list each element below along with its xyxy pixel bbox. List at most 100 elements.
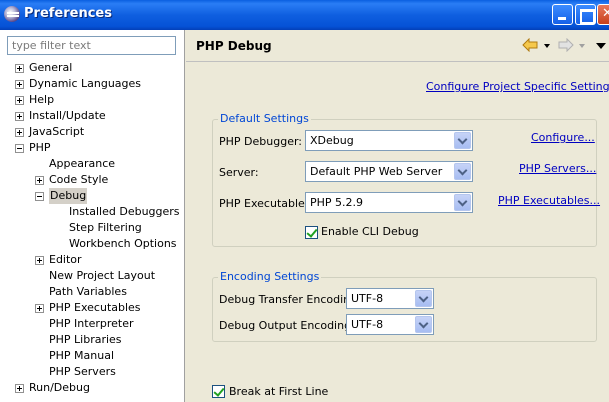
expand-plus-icon[interactable] [15, 112, 24, 121]
debug-output-encoding-select[interactable]: UTF-8 [346, 314, 434, 335]
tree-item-code-style[interactable]: Code Style [0, 172, 184, 188]
tree-item-path-variables[interactable]: Path Variables [0, 284, 184, 300]
server-select[interactable]: Default PHP Web Server [305, 161, 473, 182]
tree-item-installed-debuggers[interactable]: Installed Debuggers [0, 204, 184, 220]
tree-item-label: PHP Interpreter [49, 317, 134, 330]
tree-item-label: General [29, 61, 73, 74]
page-header: PHP Debug [186, 30, 609, 62]
php-debugger-label: PHP Debugger: [219, 135, 302, 148]
php-executables-link[interactable]: PHP Executables... [498, 194, 600, 207]
debug-output-encoding-value: UTF-8 [351, 318, 384, 331]
back-history-chevron-down-icon[interactable] [544, 44, 550, 48]
server-label: Server: [219, 166, 259, 179]
tree-item-label: PHP Executables [49, 301, 141, 314]
tree-item-label: PHP Libraries [49, 333, 122, 346]
tree-item-debug[interactable]: Debug [0, 188, 184, 204]
break-at-first-line-checkbox[interactable] [212, 385, 225, 398]
tree-item-php-libraries[interactable]: PHP Libraries [0, 332, 184, 348]
tree-item-general[interactable]: General [0, 60, 184, 76]
tree-item-label: PHP [29, 141, 51, 154]
collapse-minus-icon[interactable] [15, 144, 24, 153]
collapse-minus-icon[interactable] [35, 192, 44, 201]
tree-item-label: Appearance [49, 157, 116, 170]
close-icon[interactable] [597, 4, 609, 25]
eclipse-app-icon [4, 6, 20, 22]
view-menu-icon[interactable] [596, 43, 606, 49]
tree-item-run-debug[interactable]: Run/Debug [0, 380, 184, 396]
configure-debugger-link[interactable]: Configure... [531, 131, 595, 144]
tree-item-label: Debug [49, 188, 88, 204]
back-arrow-icon[interactable] [522, 38, 538, 52]
debug-output-encoding-label: Debug Output Encoding [219, 319, 352, 332]
tree-item-editor[interactable]: Editor [0, 252, 184, 268]
page-title: PHP Debug [196, 39, 272, 53]
tree-item-dynamic-languages[interactable]: Dynamic Languages [0, 76, 184, 92]
tree-item-label: Workbench Options [69, 237, 177, 250]
tree-item-label: New Project Layout [49, 269, 156, 282]
tree-item-php[interactable]: PHP [0, 140, 184, 156]
tree-item-new-project-layout[interactable]: New Project Layout [0, 268, 184, 284]
debug-transfer-encoding-value: UTF-8 [351, 292, 384, 305]
filter-input[interactable] [7, 36, 176, 55]
chevron-down-icon[interactable] [454, 194, 471, 211]
php-debugger-value: XDebug [310, 134, 354, 147]
tree-item-appearance[interactable]: Appearance [0, 156, 184, 172]
tree-item-php-interpreter[interactable]: PHP Interpreter [0, 316, 184, 332]
enable-cli-debug-label: Enable CLI Debug [321, 225, 419, 238]
tree-item-label: Step Filtering [69, 221, 142, 234]
expand-plus-icon[interactable] [35, 256, 44, 265]
tree-item-php-executables[interactable]: PHP Executables [0, 300, 184, 316]
tree-item-label: Editor [49, 253, 82, 266]
tree-item-label: Code Style [49, 173, 109, 186]
php-executable-value: PHP 5.2.9 [310, 196, 364, 209]
tree-item-php-servers[interactable]: PHP Servers [0, 364, 184, 380]
chevron-down-icon[interactable] [415, 316, 432, 333]
maximize-icon[interactable] [575, 4, 596, 25]
configure-project-specific-link[interactable]: Configure Project Specific Settings... [426, 80, 609, 93]
default-settings-group: Default Settings PHP Debugger: XDebug Co… [212, 112, 600, 247]
tree-item-php-manual[interactable]: PHP Manual [0, 348, 184, 364]
php-debugger-select[interactable]: XDebug [305, 130, 473, 151]
chevron-down-icon[interactable] [454, 163, 471, 180]
chevron-down-icon[interactable] [454, 132, 471, 149]
expand-plus-icon[interactable] [15, 384, 24, 393]
expand-plus-icon[interactable] [35, 304, 44, 313]
expand-plus-icon[interactable] [15, 128, 24, 137]
tree-item-label: Install/Update [29, 109, 106, 122]
php-executable-select[interactable]: PHP 5.2.9 [305, 192, 473, 213]
tree-item-step-filtering[interactable]: Step Filtering [0, 220, 184, 236]
tree-item-label: Installed Debuggers [69, 205, 180, 218]
tree-item-label: Help [29, 93, 55, 106]
tree-item-label: Run/Debug [29, 381, 90, 394]
tree-item-label: Dynamic Languages [29, 77, 142, 90]
tree-item-label: Path Variables [49, 285, 127, 298]
chevron-down-icon[interactable] [415, 290, 432, 307]
expand-plus-icon[interactable] [15, 96, 24, 105]
forward-arrow-icon[interactable] [558, 38, 574, 52]
expand-plus-icon[interactable] [15, 80, 24, 89]
tree-item-javascript[interactable]: JavaScript [0, 124, 184, 140]
preference-page: PHP Debug Configure Project Specific Set… [186, 30, 609, 402]
tree-item-help[interactable]: Help [0, 92, 184, 108]
title-bar: Preferences [0, 0, 609, 30]
tree-item-install-update[interactable]: Install/Update [0, 108, 184, 124]
enable-cli-debug-checkbox[interactable] [305, 226, 318, 239]
encoding-settings-title: Encoding Settings [218, 270, 322, 283]
forward-history-chevron-down-icon [579, 44, 585, 48]
server-value: Default PHP Web Server [310, 165, 443, 178]
minimize-icon[interactable] [552, 4, 573, 25]
tree-item-workbench-options[interactable]: Workbench Options [0, 236, 184, 252]
tree-item-label: JavaScript [29, 125, 85, 138]
expand-plus-icon[interactable] [35, 176, 44, 185]
tree-item-label: PHP Servers [49, 365, 116, 378]
debug-transfer-encoding-select[interactable]: UTF-8 [346, 288, 434, 309]
encoding-settings-group: Encoding Settings Debug Transfer Encodin… [212, 270, 597, 342]
tree-item-label: PHP Manual [49, 349, 115, 362]
break-at-first-line-label: Break at First Line [229, 385, 329, 398]
default-settings-title: Default Settings [218, 112, 311, 125]
window-title: Preferences [24, 6, 112, 21]
expand-plus-icon[interactable] [15, 64, 24, 73]
debug-transfer-encoding-label: Debug Transfer Encoding [219, 293, 358, 306]
php-servers-link[interactable]: PHP Servers... [519, 162, 596, 175]
preferences-sidebar: General Dynamic Languages Help Install/Upda… [0, 30, 185, 402]
